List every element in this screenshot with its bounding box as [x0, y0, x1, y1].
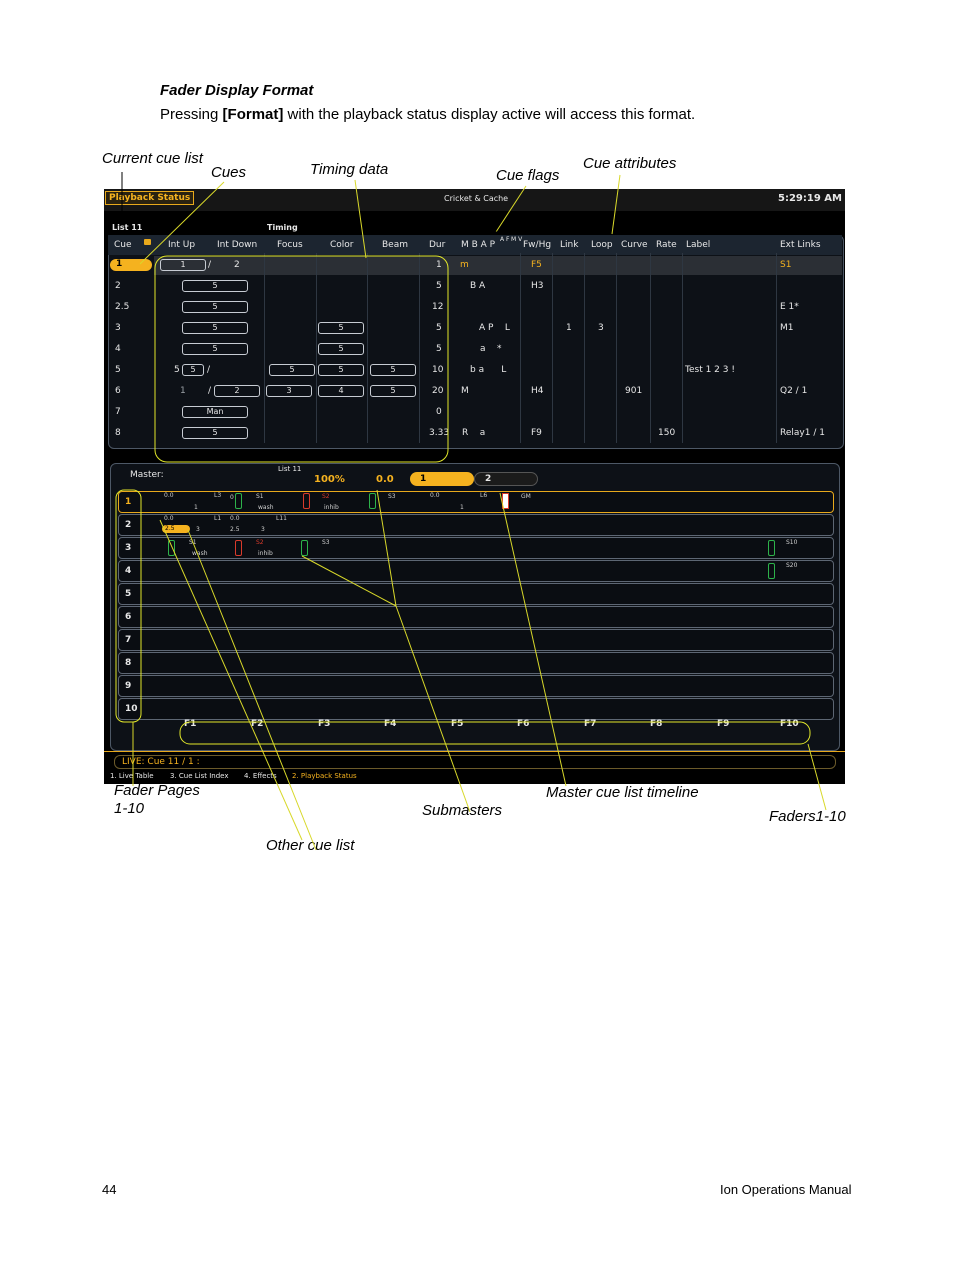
- page-number: 44: [102, 1182, 117, 1197]
- fader-pages-outline: [115, 489, 142, 723]
- annotation-overlay: [115, 172, 827, 851]
- faders-outline: [179, 721, 811, 745]
- manual-title: Ion Operations Manual: [720, 1182, 852, 1197]
- timing-data-outline: [154, 255, 449, 463]
